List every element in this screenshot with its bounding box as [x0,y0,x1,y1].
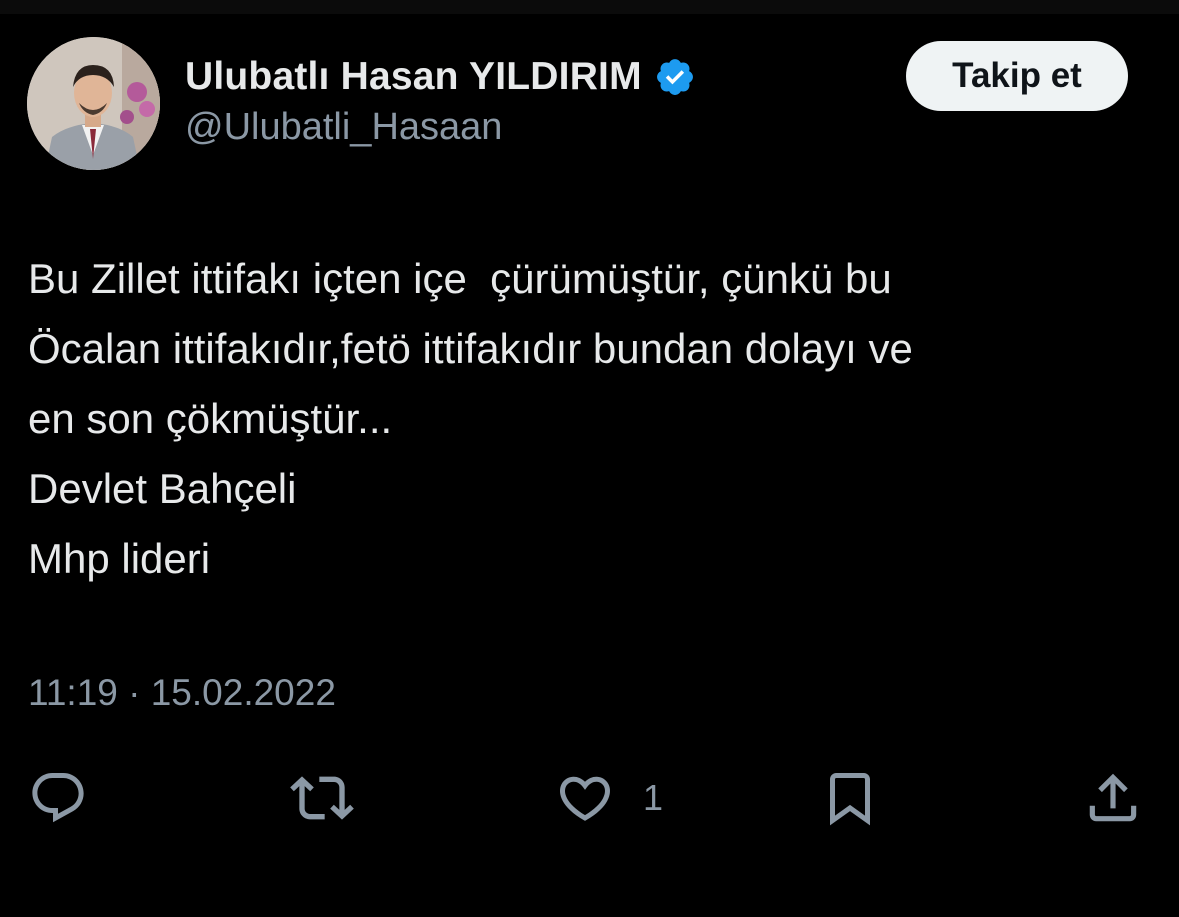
bookmark-icon [830,773,870,826]
share-icon [1089,773,1137,822]
tweet-timestamp[interactable]: 11:19 · 15.02.2022 [28,672,336,714]
tweet-line: Öcalan ittifakıdır,fetö ittifakıdır bund… [28,325,913,372]
display-name[interactable]: Ulubatlı Hasan YILDIRIM [185,55,642,99]
status-bar-strip [0,0,1179,14]
reply-button[interactable] [28,766,88,830]
tweet-text: Bu Zillet ittifakı içten içe çürümüştür,… [28,244,1158,594]
like-count: 1 [643,777,664,818]
bookmark-button[interactable] [820,766,880,830]
like-button[interactable]: 1 [555,766,663,830]
user-handle[interactable]: @Ulubatli_Hasaan [185,106,502,149]
tweet-line: Devlet Bahçeli [28,465,297,512]
retweet-icon [290,776,354,820]
tweet-line: Mhp lideri [28,535,211,582]
avatar[interactable] [27,37,160,170]
verified-badge-icon [656,59,693,95]
retweet-button[interactable] [290,766,354,830]
heart-icon [559,776,611,821]
share-button[interactable] [1082,766,1144,830]
tweet-line: Bu Zillet ittifakı içten içe çürümüştür,… [28,255,892,302]
follow-button[interactable]: Takip et [906,41,1128,111]
tweet-line: en son çökmüştür... [28,395,393,442]
reply-icon [32,773,84,823]
profile-photo-icon [27,37,160,170]
user-name-row: Ulubatlı Hasan YILDIRIM [185,52,696,102]
